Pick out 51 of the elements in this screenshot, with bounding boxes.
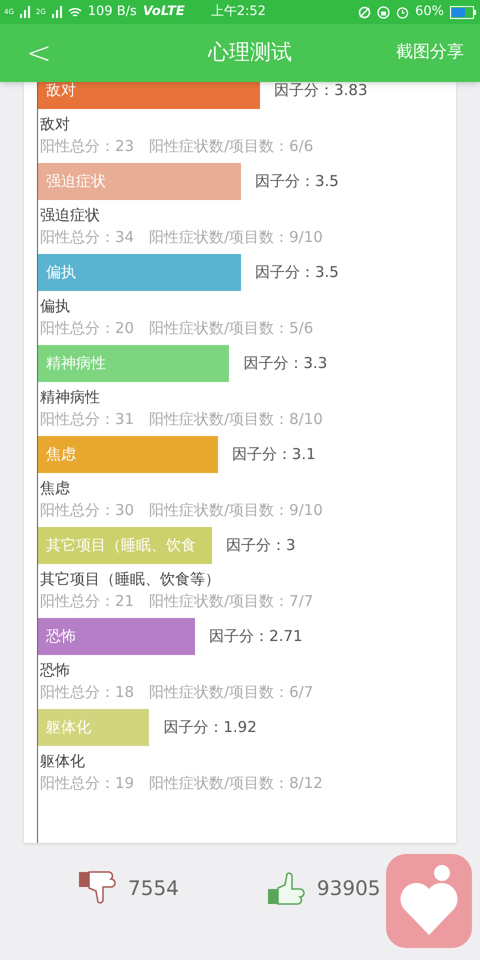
factor-name: 精神病性 xyxy=(40,387,100,408)
clock: 上午2:52 xyxy=(210,3,266,22)
factor-name: 焦虑 xyxy=(40,478,70,499)
factor-score: 因子分：3.5 xyxy=(255,262,339,284)
factor-stats: 阳性总分：19 阳性症状数/项目数：8/12 xyxy=(40,773,323,794)
mute-icon xyxy=(358,6,372,18)
battery-percent: 60% xyxy=(415,3,444,22)
like-count: 93905 xyxy=(316,875,381,902)
factor-name: 躯体化 xyxy=(40,751,85,772)
factor-score: 因子分：3.5 xyxy=(255,171,339,192)
bar-label: 恐怖 xyxy=(46,626,76,648)
bar-label: 强迫症状 xyxy=(46,171,106,192)
factor-name: 偏执 xyxy=(40,296,70,317)
factor-name: 敌对 xyxy=(40,114,70,135)
factor-stats: 阳性总分：21 阳性症状数/项目数：7/7 xyxy=(40,591,314,612)
signal-icon xyxy=(52,6,62,18)
factor-stats: 阳性总分：31 阳性症状数/项目数：8/10 xyxy=(40,409,323,430)
volte-label: VoLTE xyxy=(142,3,185,22)
factor-name: 其它项目（睡眠、饮食等） xyxy=(40,569,220,590)
signal-icon xyxy=(20,6,30,18)
factor-stats: 阳性总分：18 阳性症状数/项目数：6/7 xyxy=(40,682,314,703)
factor-score: 因子分：3.3 xyxy=(243,353,328,374)
floating-app-button[interactable] xyxy=(386,854,472,948)
factor-score: 因子分：2.71 xyxy=(209,626,303,648)
factor-stats: 阳性总分：20 阳性症状数/项目数：5/6 xyxy=(40,318,314,339)
factor-score: 因子分：3.1 xyxy=(232,444,316,466)
heart-person-icon xyxy=(398,865,460,937)
factor-stats: 阳性总分：34 阳性症状数/项目数：9/10 xyxy=(40,227,323,248)
thumbs-up-icon xyxy=(266,871,305,905)
network-speed: 109 B/s xyxy=(88,3,137,22)
share-button[interactable]: 截图分享 xyxy=(396,40,464,66)
bar-label: 敌对 xyxy=(46,82,76,102)
bar-label: 精神病性 xyxy=(46,353,106,374)
factor-score: 因子分：3 xyxy=(226,535,296,556)
bar-label: 其它项目（睡眠、饮食 xyxy=(46,535,196,556)
dislike-count: 7554 xyxy=(128,875,179,902)
factor-score: 因子分：1.92 xyxy=(163,717,257,738)
thumbs-down-icon xyxy=(78,871,116,905)
factor-name: 强迫症状 xyxy=(40,205,100,226)
alarm-icon xyxy=(396,6,410,18)
factor-stats: 阳性总分：30 阳性症状数/项目数：9/10 xyxy=(40,500,323,521)
bar-label: 偏执 xyxy=(46,262,76,284)
bar-label: 躯体化 xyxy=(46,717,91,738)
back-button[interactable]: < xyxy=(24,30,54,76)
factor-name: 恐怖 xyxy=(40,660,70,681)
page-title: 心理测试 xyxy=(206,39,292,66)
battery-icon xyxy=(450,6,476,18)
wifi-icon xyxy=(68,6,82,18)
factor-stats: 阳性总分：23 阳性症状数/项目数：6/6 xyxy=(40,136,314,157)
factor-score: 因子分：3.83 xyxy=(274,82,368,102)
bar-label: 焦虑 xyxy=(46,444,76,466)
